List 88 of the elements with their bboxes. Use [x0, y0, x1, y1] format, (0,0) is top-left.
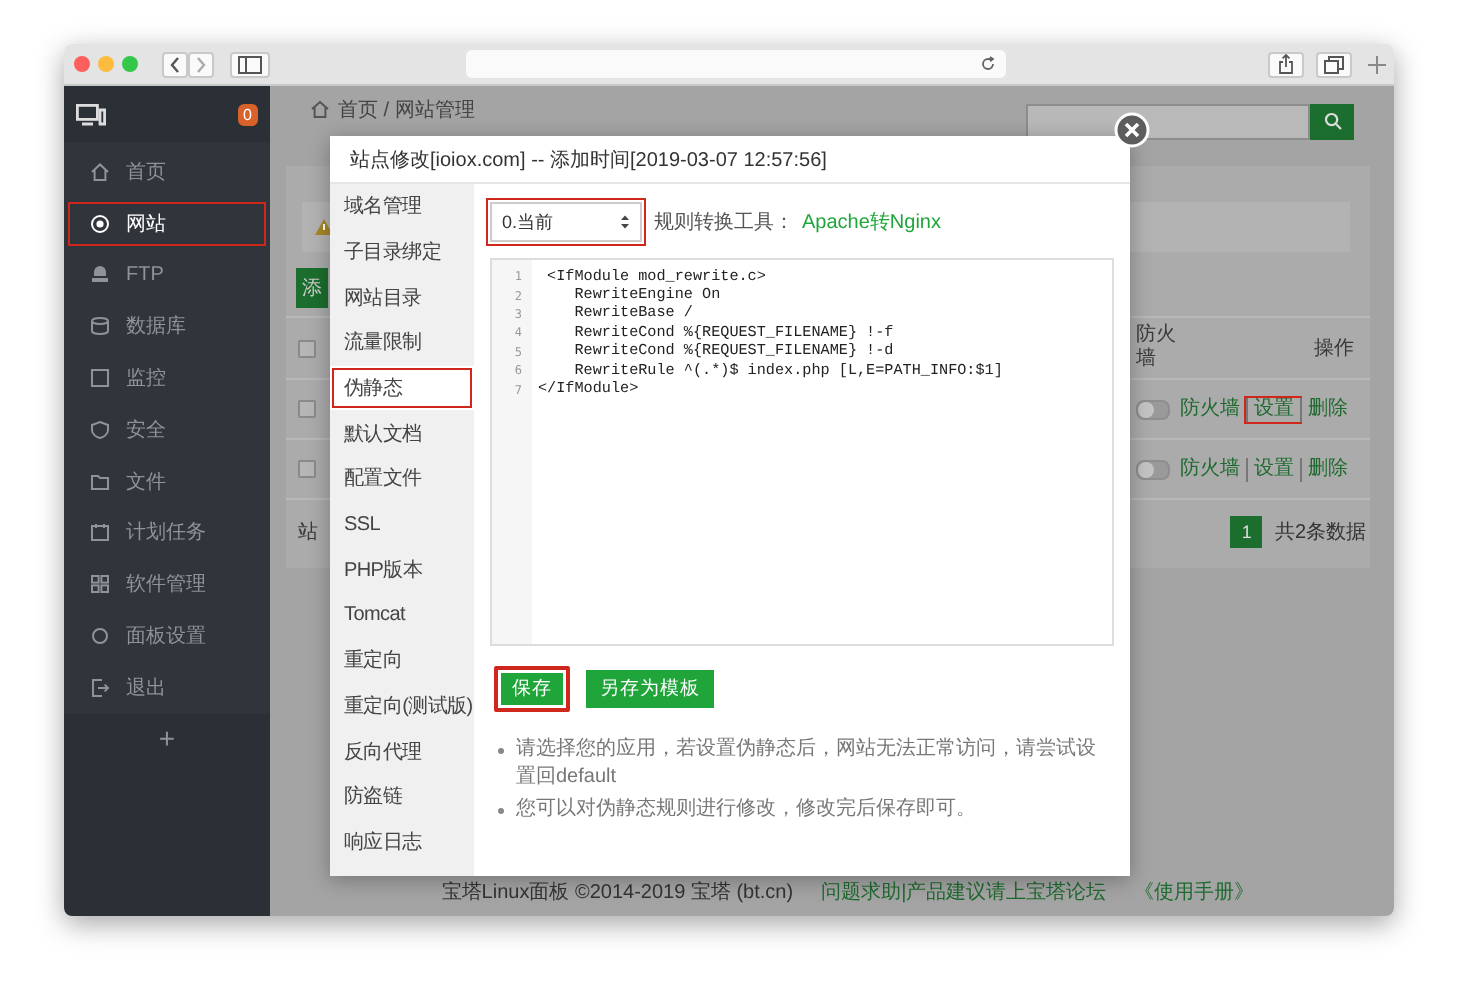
- checkbox[interactable]: [298, 460, 316, 478]
- settings-tab[interactable]: 伪静态: [330, 365, 474, 411]
- action-link[interactable]: 防火墙: [1174, 397, 1246, 421]
- action-link[interactable]: 设置: [1246, 397, 1300, 421]
- sidebar-item[interactable]: 退出: [64, 661, 270, 714]
- sidebar-item[interactable]: FTP: [64, 249, 270, 301]
- settings-tab[interactable]: SSL: [330, 501, 474, 547]
- close-button[interactable]: [74, 56, 90, 72]
- globe-icon: [90, 213, 110, 234]
- search-icon: [1323, 112, 1341, 130]
- sidebar-item[interactable]: 监控: [64, 352, 270, 404]
- chevron-right-icon: [194, 55, 208, 73]
- action-link[interactable]: 设置: [1246, 457, 1300, 481]
- settings-tab[interactable]: 重定向(测试版): [330, 683, 474, 729]
- tabs-icon: [1324, 55, 1344, 73]
- column-header: 操作: [1314, 336, 1354, 362]
- sidebar-item[interactable]: 数据库: [64, 300, 270, 353]
- settings-tab[interactable]: 默认文档: [330, 410, 474, 457]
- settings-tab[interactable]: 子目录绑定: [330, 229, 474, 275]
- add-button[interactable]: +: [158, 713, 176, 762]
- settings-tab[interactable]: 流量限制: [330, 320, 474, 366]
- template-select[interactable]: 0.当前: [490, 202, 642, 242]
- add-site-button[interactable]: 添: [296, 268, 328, 308]
- notification-badge: 0: [237, 103, 258, 125]
- sidebar-icon: [238, 55, 262, 73]
- code-editor[interactable]: [490, 258, 1114, 646]
- close-icon[interactable]: [1114, 112, 1150, 148]
- grid-icon: [90, 574, 110, 595]
- sidebar-item[interactable]: 面板设置: [64, 610, 270, 662]
- action-button[interactable]: 保存: [494, 666, 570, 712]
- sidebar-toggle-button[interactable]: [230, 51, 270, 77]
- tabs-button[interactable]: [1316, 51, 1352, 77]
- sidebar-item[interactable]: 首页: [64, 146, 270, 198]
- bullet-icon: [498, 808, 504, 814]
- sidebar-item[interactable]: 软件管理: [64, 558, 270, 611]
- home-icon: [310, 100, 330, 118]
- settings-tab[interactable]: 网站目录: [330, 274, 474, 321]
- convert-link[interactable]: Apache转Nginx: [802, 208, 941, 236]
- summary-text: 站: [298, 519, 318, 546]
- copyright-text: 宝塔Linux面板 ©2014-2019 宝塔 (bt.cn): [441, 879, 794, 906]
- calendar-icon: [90, 522, 110, 543]
- footer-link[interactable]: 问题求助|产品建议请上宝塔论坛: [821, 878, 1107, 906]
- home-icon: [90, 161, 110, 182]
- search-button[interactable]: [1310, 103, 1354, 139]
- action-link[interactable]: 防火墙: [1174, 457, 1246, 481]
- total-count: 共2条数据: [1274, 519, 1366, 546]
- minimize-button[interactable]: [98, 56, 114, 72]
- settings-tab[interactable]: 防盗链: [330, 773, 474, 820]
- checkbox[interactable]: [298, 339, 316, 357]
- settings-tab[interactable]: Tomcat: [330, 592, 474, 638]
- share-button[interactable]: [1268, 51, 1304, 77]
- back-button[interactable]: [162, 51, 188, 77]
- page-button[interactable]: 1: [1230, 516, 1263, 548]
- bullet-icon: [498, 748, 504, 754]
- sidebar-item[interactable]: 网站: [64, 197, 270, 250]
- settings-tab[interactable]: 反向代理: [330, 728, 474, 774]
- action-button[interactable]: 另存为模板: [582, 666, 718, 712]
- search-field[interactable]: [1026, 103, 1310, 139]
- reload-icon[interactable]: [980, 56, 996, 72]
- settings-tab[interactable]: 配置文件: [330, 456, 474, 502]
- sidebar-item[interactable]: 文件: [64, 455, 270, 508]
- exit-icon: [90, 677, 110, 698]
- checkbox[interactable]: [298, 400, 316, 418]
- updown-icon: [620, 214, 630, 230]
- circle-icon: [90, 626, 110, 647]
- shield-icon: [90, 419, 110, 440]
- toggle-switch[interactable]: [1136, 399, 1170, 419]
- folder-icon: [90, 471, 110, 492]
- sidebar-item[interactable]: 计划任务: [64, 507, 270, 559]
- new-tab-icon[interactable]: [1368, 55, 1386, 73]
- database-icon: [90, 316, 110, 337]
- tool-label: 规则转换工具：: [654, 210, 794, 236]
- settings-tab[interactable]: 域名管理: [330, 184, 474, 230]
- column-header: 防火墙: [1136, 324, 1178, 372]
- settings-tab[interactable]: 响应日志: [330, 819, 474, 865]
- tip-text: 请选择您的应用，若设置伪静态后，网站无法正常访问，请尝试设置回default: [516, 736, 1098, 792]
- settings-tab[interactable]: PHP版本: [330, 547, 474, 593]
- footer-link[interactable]: 《使用手册》: [1134, 878, 1255, 906]
- zoom-button[interactable]: [122, 56, 138, 72]
- sidebar-item[interactable]: 安全: [64, 403, 270, 456]
- action-link[interactable]: 删除: [1300, 397, 1354, 421]
- tip-text: 您可以对伪静态规则进行修改，修改完后保存即可。: [516, 796, 976, 824]
- toggle-switch[interactable]: [1136, 459, 1170, 479]
- settings-tab[interactable]: 重定向: [330, 637, 474, 684]
- share-icon: [1278, 54, 1294, 74]
- chevron-left-icon: [168, 55, 182, 73]
- breadcrumb: 首页 / 网站管理: [338, 97, 475, 123]
- action-link[interactable]: 删除: [1300, 457, 1354, 481]
